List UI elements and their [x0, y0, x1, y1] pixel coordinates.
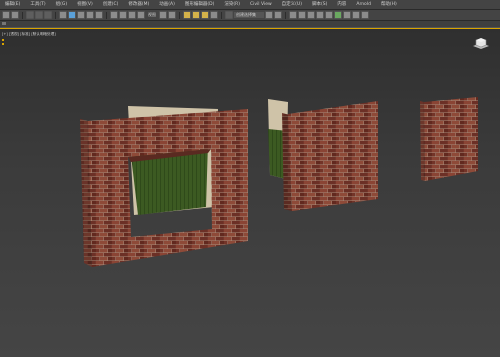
menu-item-content[interactable]: 内容: [332, 0, 351, 9]
curve-editor-icon[interactable]: [316, 11, 324, 19]
rectangular-selection-icon[interactable]: [86, 11, 94, 19]
menu-item-help[interactable]: 帮助(H): [376, 0, 402, 9]
ribbon-strip: [0, 21, 500, 28]
percent-snap-icon[interactable]: [201, 11, 209, 19]
window-crossing-icon[interactable]: [95, 11, 103, 19]
ribbon-toggle-icon[interactable]: [2, 22, 6, 25]
brick-wall-small[interactable]: [420, 97, 478, 181]
viewcube-home-icon[interactable]: [470, 37, 492, 51]
menu-item-tools[interactable]: 工具(T): [25, 0, 50, 9]
menu-bar: 编辑(E) 工具(T) 组(G) 视图(V) 创建(C) 修改器(M) 动画(A…: [0, 0, 500, 10]
undo-icon[interactable]: [2, 11, 10, 19]
menu-item-graph-editors[interactable]: 图形编辑器(D): [180, 0, 219, 9]
main-toolbar: 视图 创建选择集: [0, 10, 500, 21]
menu-item-group[interactable]: 组(G): [51, 0, 73, 9]
pivot-center-icon[interactable]: [159, 11, 167, 19]
unlink-icon[interactable]: [35, 11, 43, 19]
bind-space-warp-icon[interactable]: [44, 11, 52, 19]
menu-item-scripting[interactable]: 脚本(S): [307, 0, 332, 9]
menu-item-rendering[interactable]: 渲染(R): [219, 0, 245, 9]
menu-item-civil-view[interactable]: Civil View: [245, 0, 277, 9]
render-setup-icon[interactable]: [343, 11, 351, 19]
scene-explorer-icon[interactable]: [289, 11, 297, 19]
wall-front-face: [424, 97, 478, 181]
move-icon[interactable]: [110, 11, 118, 19]
viewport-scene[interactable]: [0, 29, 500, 357]
select-by-name-icon[interactable]: [77, 11, 85, 19]
render-production-icon[interactable]: [361, 11, 369, 19]
schematic-view-icon[interactable]: [325, 11, 333, 19]
named-selection-set-input[interactable]: 创建选择集: [234, 12, 264, 18]
menu-item-customize[interactable]: 自定义(U): [277, 0, 307, 9]
link-icon[interactable]: [26, 11, 34, 19]
ribbon-toggle-icon[interactable]: [307, 11, 315, 19]
menu-item-arnold[interactable]: Arnold: [351, 0, 376, 9]
brick-wall-with-window[interactable]: [80, 106, 248, 267]
material-editor-icon[interactable]: [334, 11, 342, 19]
snap-toggle-icon[interactable]: [183, 11, 191, 19]
layer-explorer-icon[interactable]: [298, 11, 306, 19]
menu-item-edit[interactable]: 编辑(E): [0, 0, 25, 9]
menu-item-create[interactable]: 创建(C): [98, 0, 124, 9]
select-object-icon[interactable]: [68, 11, 76, 19]
mirror-icon[interactable]: [265, 11, 273, 19]
place-icon[interactable]: [137, 11, 145, 19]
angle-snap-icon[interactable]: [192, 11, 200, 19]
scale-icon[interactable]: [128, 11, 136, 19]
redo-icon[interactable]: [11, 11, 19, 19]
rendered-frame-window-icon[interactable]: [352, 11, 360, 19]
align-icon[interactable]: [274, 11, 282, 19]
perspective-viewport[interactable]: [+] [透视] [标准] [默认明暗处理]: [0, 28, 500, 357]
menu-item-view[interactable]: 视图(V): [72, 0, 98, 9]
menu-item-modifiers[interactable]: 修改器(M): [123, 0, 154, 9]
toolbar-divider: [22, 11, 23, 19]
edit-named-selection-icon[interactable]: [225, 11, 233, 19]
view-dropdown[interactable]: 视图: [146, 12, 158, 18]
selection-filter-icon[interactable]: [59, 11, 67, 19]
spinner-snap-icon[interactable]: [210, 11, 218, 19]
menu-item-animation[interactable]: 动画(A): [154, 0, 180, 9]
select-and-manipulate-icon[interactable]: [168, 11, 176, 19]
wall-front-face: [288, 101, 378, 211]
rotate-icon[interactable]: [119, 11, 127, 19]
brick-wall-with-partition[interactable]: [268, 99, 378, 211]
